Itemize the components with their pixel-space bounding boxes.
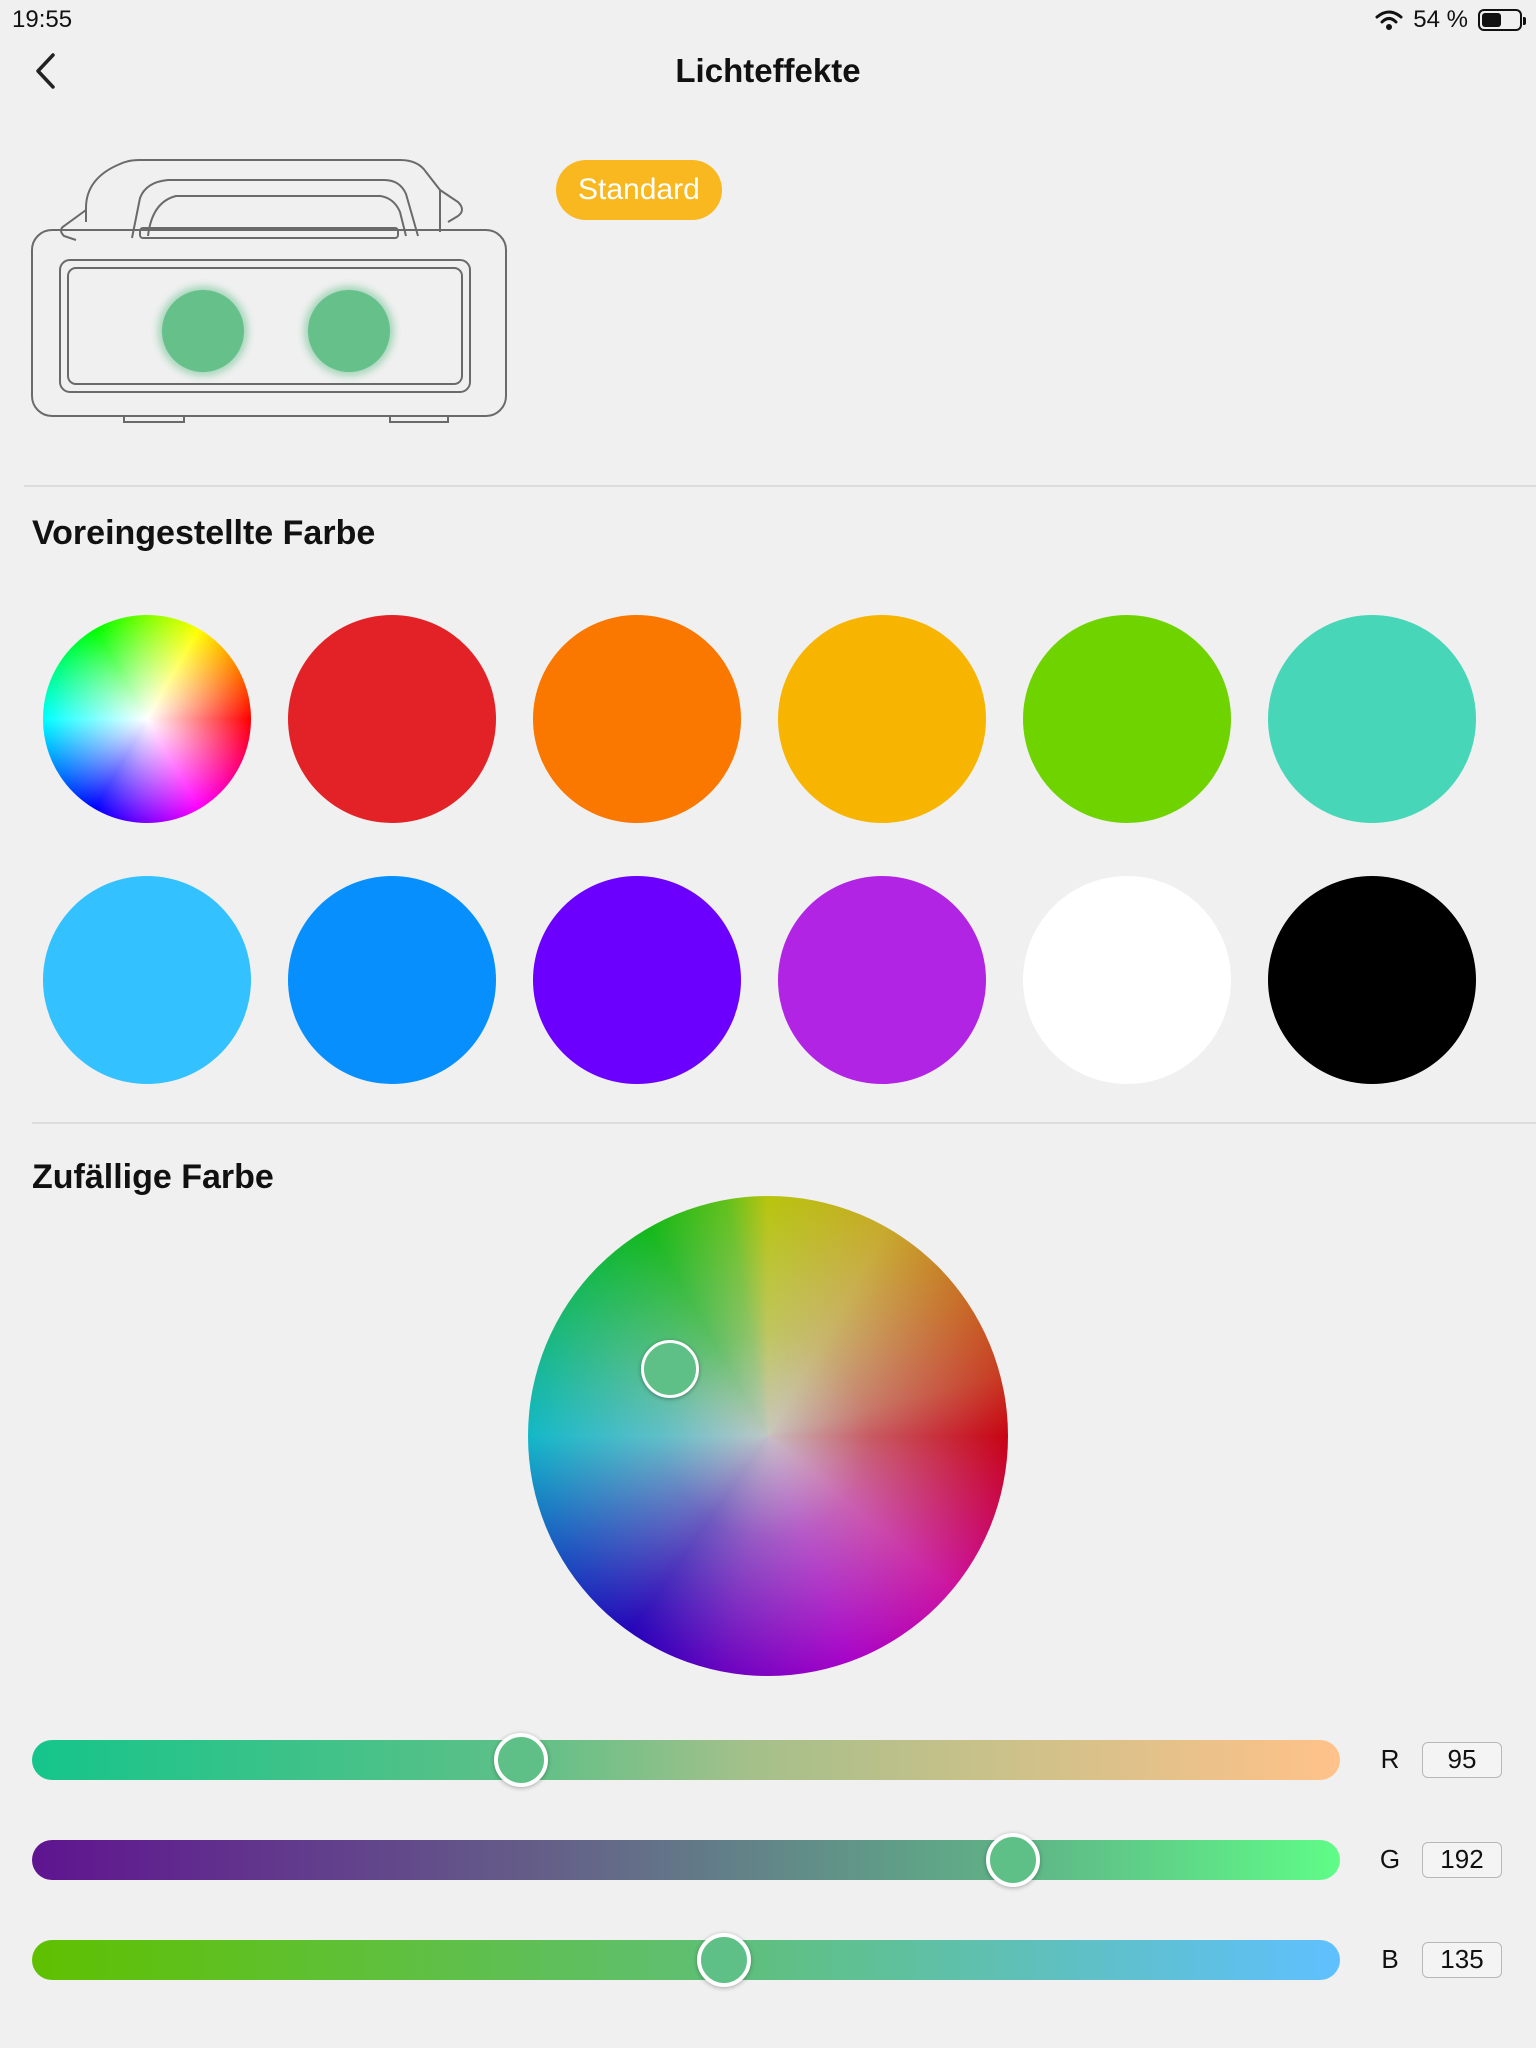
color-wheel[interactable]	[528, 1196, 1008, 1676]
green-slider[interactable]	[32, 1840, 1340, 1880]
divider	[32, 1122, 1536, 1124]
green-value-field[interactable]: 192	[1422, 1842, 1502, 1878]
battery-level	[1482, 13, 1502, 27]
status-time: 19:55	[12, 6, 73, 33]
preset-color-purple[interactable]	[778, 876, 986, 1084]
preset-color-orange[interactable]	[533, 615, 741, 823]
red-slider[interactable]	[32, 1740, 1340, 1780]
standard-mode-badge[interactable]: Standard	[556, 160, 722, 220]
blue-value-field[interactable]: 135	[1422, 1942, 1502, 1978]
preset-color-white[interactable]	[1023, 876, 1231, 1084]
divider	[24, 485, 1536, 487]
preset-color-red[interactable]	[288, 615, 496, 823]
preset-color-turquoise[interactable]	[1268, 615, 1476, 823]
red-value-field[interactable]: 95	[1422, 1742, 1502, 1778]
preset-color-yellow[interactable]	[778, 615, 986, 823]
blue-label: B	[1381, 1944, 1399, 1974]
preset-color-violet[interactable]	[533, 876, 741, 1084]
speaker-light-left	[162, 290, 244, 372]
preset-color-black[interactable]	[1268, 876, 1476, 1084]
preset-color-light-blue[interactable]	[43, 876, 251, 1084]
red-slider-thumb[interactable]	[494, 1733, 549, 1787]
battery-percent: 54 %	[1413, 6, 1468, 33]
preset-color-title: Voreingestellte Farbe	[32, 514, 376, 552]
red-label: R	[1380, 1744, 1400, 1774]
blue-slider-thumb[interactable]	[697, 1933, 751, 1987]
preset-color-blue[interactable]	[288, 876, 496, 1084]
random-color-title: Zufällige Farbe	[32, 1158, 274, 1196]
green-slider-thumb[interactable]	[985, 1833, 1040, 1887]
color-wheel-handle[interactable]	[641, 1340, 699, 1398]
status-indicators: 54 %	[1375, 6, 1526, 34]
wifi-icon	[1375, 10, 1403, 30]
page-title: Lichteffekte	[675, 52, 861, 89]
battery-icon	[1478, 9, 1526, 31]
blue-slider[interactable]	[32, 1940, 1340, 1980]
speaker-illustration	[31, 159, 507, 423]
preset-color-green[interactable]	[1023, 615, 1231, 823]
preset-color-multicolor[interactable]	[43, 615, 251, 823]
green-label: G	[1379, 1844, 1401, 1874]
speaker-light-right	[308, 290, 390, 372]
